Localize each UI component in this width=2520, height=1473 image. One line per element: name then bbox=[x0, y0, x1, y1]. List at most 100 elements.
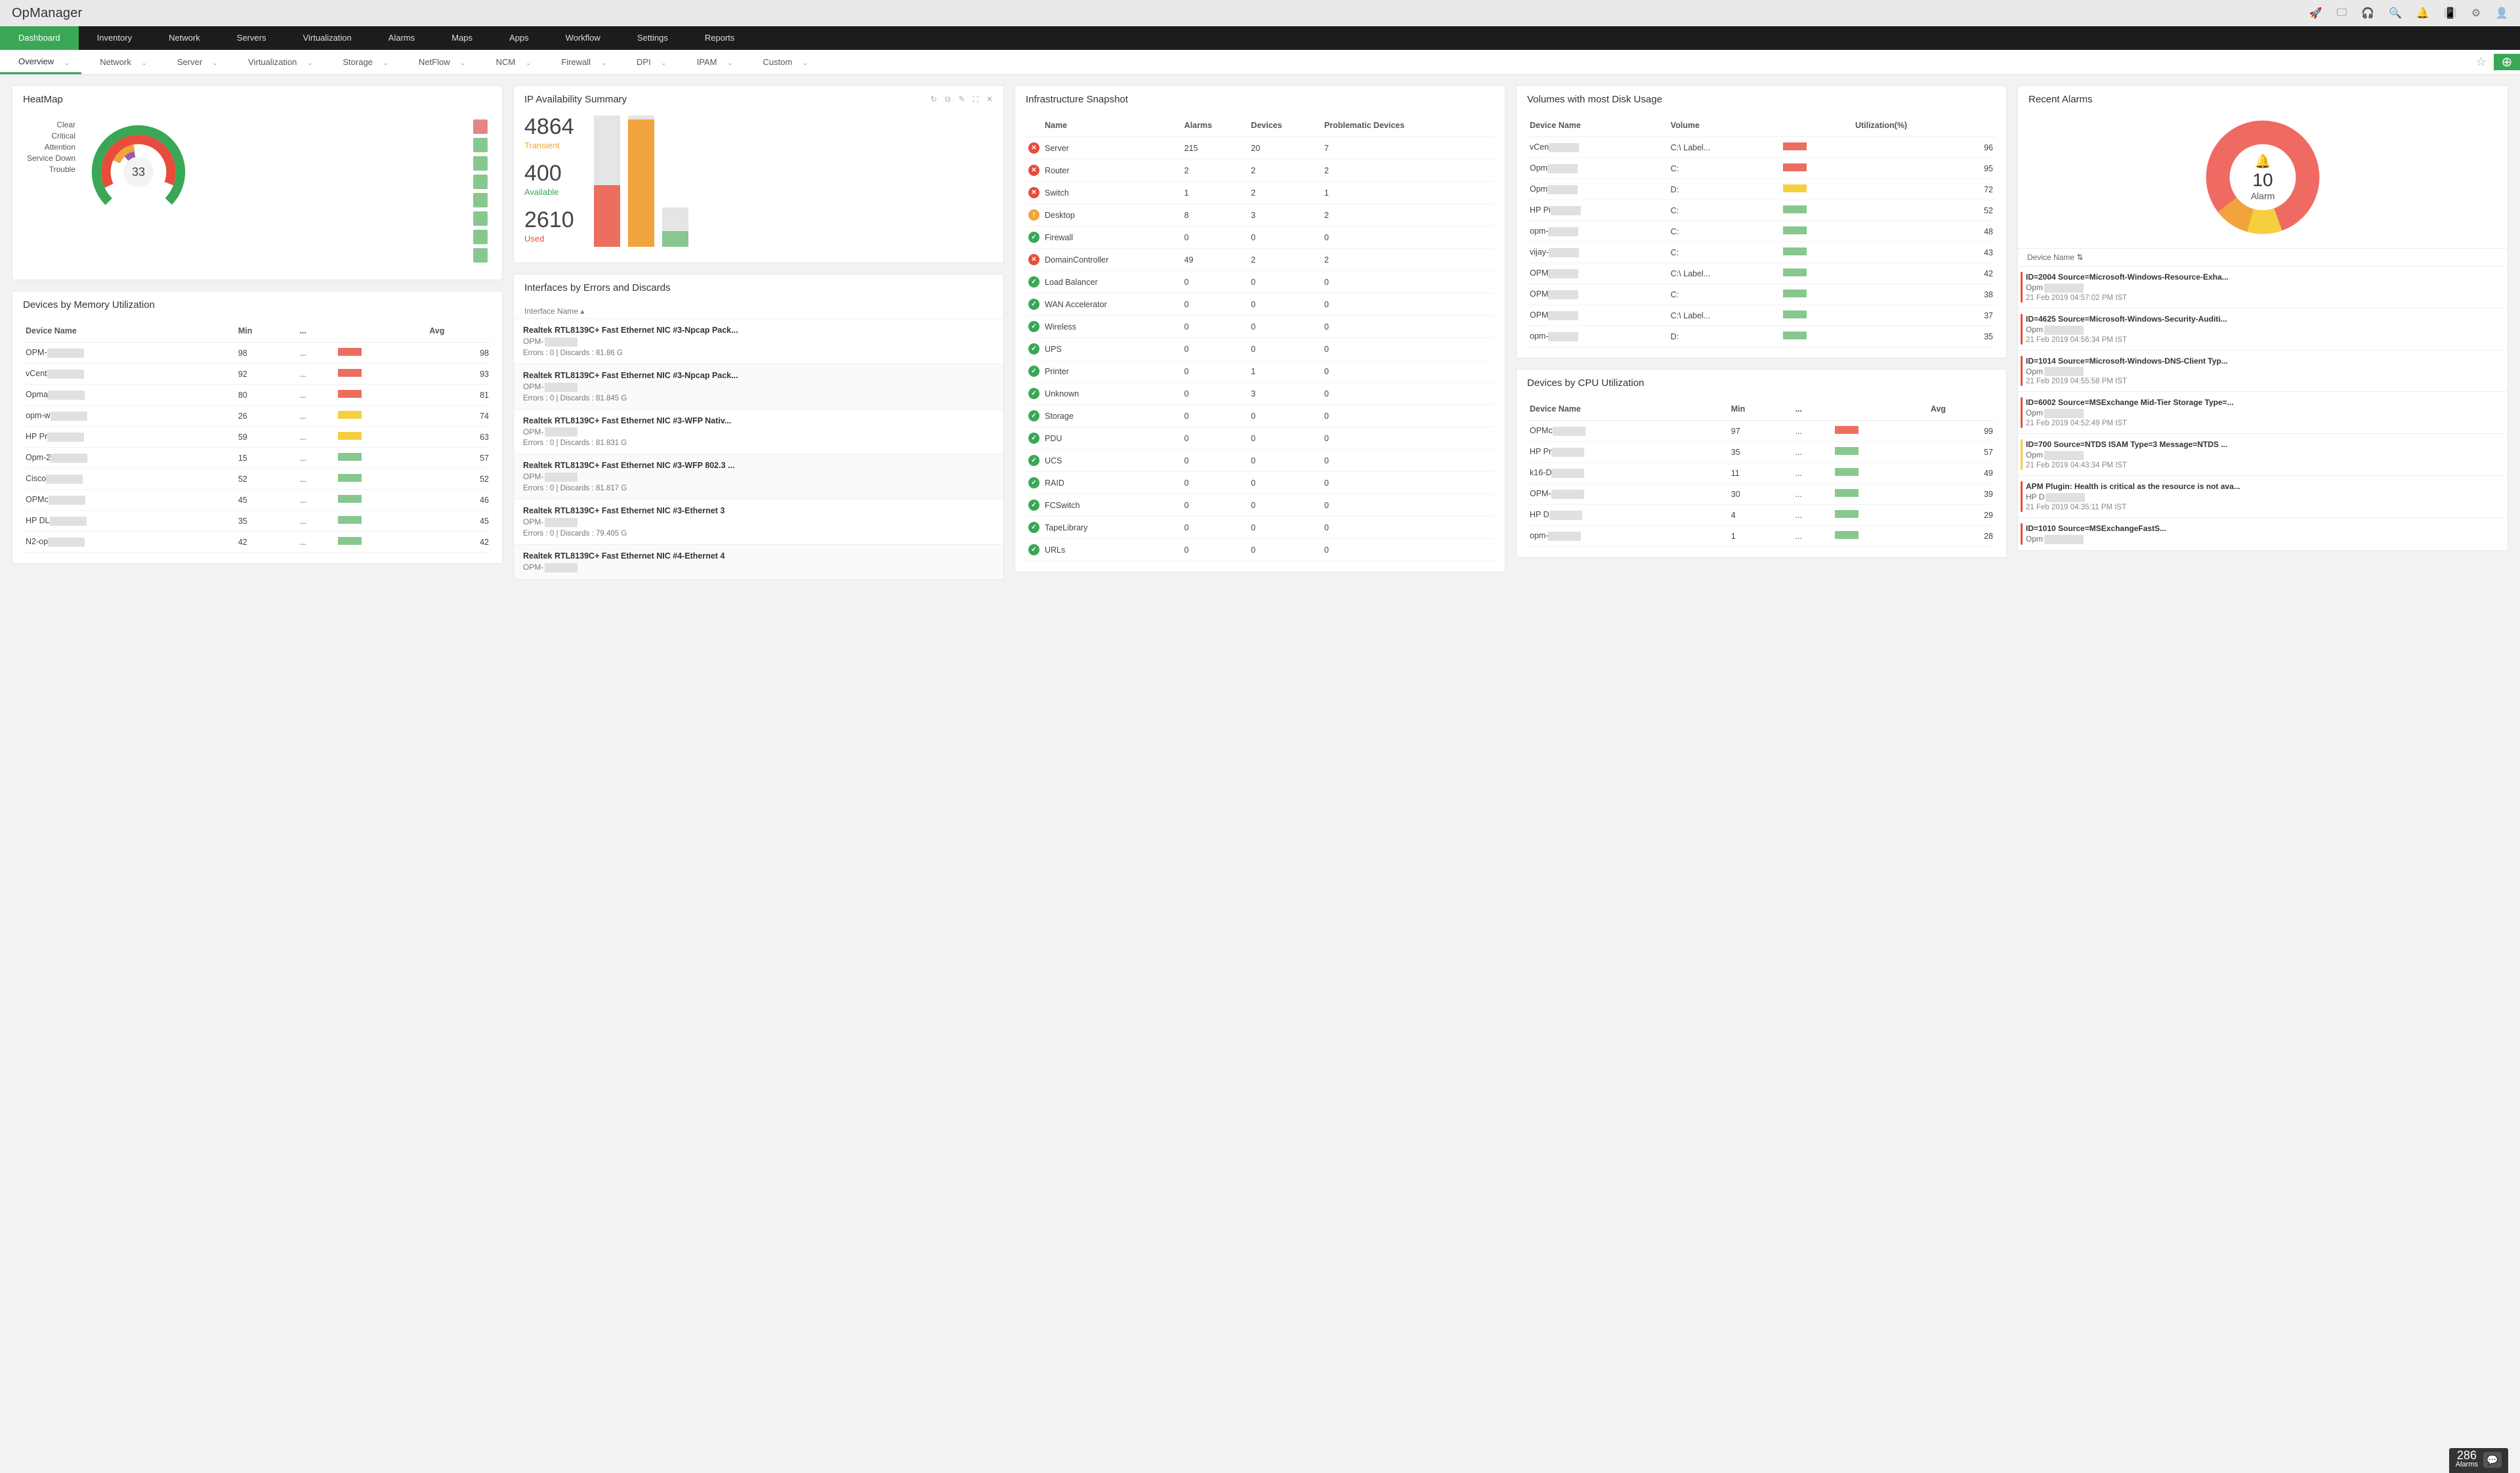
table-row[interactable]: Opma80...81 bbox=[23, 385, 492, 406]
interface-row[interactable]: Realtek RTL8139C+ Fast Ethernet NIC #4-E… bbox=[514, 544, 1003, 579]
sub-tab-firewall[interactable]: Firewall⌄ bbox=[543, 50, 618, 74]
sort-label[interactable]: Interface Name ▴ bbox=[514, 301, 1003, 318]
table-row[interactable]: opm-w26...74 bbox=[23, 406, 492, 427]
table-row[interactable]: ✓WAN Accelerator000 bbox=[1026, 293, 1494, 316]
col-header[interactable] bbox=[1026, 116, 1042, 137]
table-row[interactable]: ✕Router222 bbox=[1026, 160, 1494, 182]
table-row[interactable]: HP D4...29 bbox=[1527, 505, 1996, 526]
table-row[interactable]: k16-D11...49 bbox=[1527, 463, 1996, 484]
table-row[interactable]: vijay-C:43 bbox=[1527, 242, 1996, 263]
col-header[interactable]: Devices bbox=[1248, 116, 1322, 137]
gear-icon[interactable]: ⚙ bbox=[2471, 7, 2481, 20]
table-row[interactable]: opm-1...28 bbox=[1527, 526, 1996, 547]
table-row[interactable]: ✕Server215207 bbox=[1026, 137, 1494, 160]
main-tab-maps[interactable]: Maps bbox=[433, 26, 491, 50]
table-row[interactable]: ✓RAID000 bbox=[1026, 472, 1494, 494]
alarm-badge[interactable]: 286Alarms 💬 bbox=[2449, 1448, 2508, 1473]
main-tab-network[interactable]: Network bbox=[150, 26, 219, 50]
col-header[interactable]: Avg bbox=[427, 321, 492, 343]
interface-row[interactable]: Realtek RTL8139C+ Fast Ethernet NIC #3-N… bbox=[514, 318, 1003, 364]
sub-tab-ipam[interactable]: IPAM⌄ bbox=[679, 50, 745, 74]
main-tab-reports[interactable]: Reports bbox=[686, 26, 753, 50]
copy-icon[interactable]: ⧉ bbox=[945, 95, 951, 104]
chat-icon[interactable]: 💬 bbox=[2483, 1452, 2502, 1468]
col-header[interactable]: Volume bbox=[1668, 116, 1780, 137]
table-row[interactable]: vCenC:\ Label...96 bbox=[1527, 137, 1996, 158]
col-header[interactable]: Min bbox=[1729, 399, 1793, 421]
alarm-row[interactable]: ID=700 Source=NTDS ISAM Type=3 Message=N… bbox=[2018, 433, 2508, 475]
col-header[interactable]: ... bbox=[297, 321, 335, 343]
bell-icon[interactable]: 🔔 bbox=[2416, 7, 2429, 20]
table-row[interactable]: OPMc45...46 bbox=[23, 490, 492, 511]
user-icon[interactable]: 👤 bbox=[2495, 7, 2508, 20]
table-row[interactable]: opm-C:48 bbox=[1527, 221, 1996, 242]
alarm-row[interactable]: ID=2004 Source=Microsoft-Windows-Resourc… bbox=[2018, 266, 2508, 308]
col-header[interactable]: Utilization(%) bbox=[1853, 116, 1996, 137]
table-row[interactable]: ✓Storage000 bbox=[1026, 405, 1494, 427]
alarm-row[interactable]: ID=4625 Source=Microsoft-Windows-Securit… bbox=[2018, 308, 2508, 350]
table-row[interactable]: ✓TapeLibrary000 bbox=[1026, 517, 1494, 539]
heatmap-cell[interactable] bbox=[473, 119, 488, 134]
table-row[interactable]: OPMC:38 bbox=[1527, 284, 1996, 305]
rocket-icon[interactable]: 🚀 bbox=[2309, 7, 2322, 20]
table-row[interactable]: HP PiC:52 bbox=[1527, 200, 1996, 221]
table-row[interactable]: ✓Firewall000 bbox=[1026, 226, 1494, 249]
table-row[interactable]: Cisco52...52 bbox=[23, 469, 492, 490]
table-row[interactable]: ✓UPS000 bbox=[1026, 338, 1494, 360]
table-row[interactable]: ✓UCS000 bbox=[1026, 450, 1494, 472]
interface-row[interactable]: Realtek RTL8139C+ Fast Ethernet NIC #3-W… bbox=[514, 409, 1003, 454]
table-row[interactable]: OPMC:\ Label...42 bbox=[1527, 263, 1996, 284]
table-row[interactable]: OPM-98...98 bbox=[23, 343, 492, 364]
table-row[interactable]: ✓Unknown030 bbox=[1026, 383, 1494, 405]
main-tab-workflow[interactable]: Workflow bbox=[547, 26, 619, 50]
add-widget-button[interactable]: ⊕ bbox=[2494, 54, 2520, 70]
vibration-icon[interactable]: 📳 bbox=[2444, 7, 2457, 20]
close-icon[interactable]: ✕ bbox=[986, 95, 993, 104]
heatmap-cell[interactable] bbox=[473, 248, 488, 263]
interface-row[interactable]: Realtek RTL8139C+ Fast Ethernet NIC #3-E… bbox=[514, 499, 1003, 544]
table-row[interactable]: OPMC:\ Label...37 bbox=[1527, 305, 1996, 326]
sub-tab-custom[interactable]: Custom⌄ bbox=[745, 50, 820, 74]
alarm-row[interactable]: ID=1014 Source=Microsoft-Windows-DNS-Cli… bbox=[2018, 350, 2508, 392]
heatmap-cell[interactable] bbox=[473, 156, 488, 171]
table-row[interactable]: ✓Wireless000 bbox=[1026, 316, 1494, 338]
heatmap-cell[interactable] bbox=[473, 193, 488, 207]
main-tab-servers[interactable]: Servers bbox=[219, 26, 285, 50]
sub-tab-virtualization[interactable]: Virtualization⌄ bbox=[230, 50, 324, 74]
col-header[interactable] bbox=[335, 321, 427, 343]
col-header[interactable]: Device Name bbox=[23, 321, 236, 343]
heatmap-cell[interactable] bbox=[473, 175, 488, 189]
table-row[interactable]: HP DL35...45 bbox=[23, 511, 492, 532]
table-row[interactable]: HP Pr59...63 bbox=[23, 427, 492, 448]
heatmap-cell[interactable] bbox=[473, 230, 488, 244]
alarm-row[interactable]: ID=1010 Source=MSExchangeFastS...Opm bbox=[2018, 517, 2508, 550]
table-row[interactable]: HP Pr35...57 bbox=[1527, 442, 1996, 463]
search-icon[interactable]: 🔍 bbox=[2389, 7, 2402, 20]
table-row[interactable]: ✓Load Balancer000 bbox=[1026, 271, 1494, 293]
expand-icon[interactable]: ⛶ bbox=[973, 95, 978, 104]
col-header[interactable] bbox=[1832, 399, 1928, 421]
monitor-icon[interactable]: 🖵 bbox=[2337, 7, 2347, 19]
table-row[interactable]: ✕DomainController4922 bbox=[1026, 249, 1494, 271]
col-header[interactable]: ... bbox=[1792, 399, 1832, 421]
interface-row[interactable]: Realtek RTL8139C+ Fast Ethernet NIC #3-W… bbox=[514, 454, 1003, 499]
table-row[interactable]: ✓FCSwitch000 bbox=[1026, 494, 1494, 517]
table-row[interactable]: ✓Printer010 bbox=[1026, 360, 1494, 383]
col-header[interactable] bbox=[1780, 116, 1853, 137]
main-tab-inventory[interactable]: Inventory bbox=[79, 26, 150, 50]
table-row[interactable]: opm-D:35 bbox=[1527, 326, 1996, 347]
heatmap-cell[interactable] bbox=[473, 211, 488, 226]
col-header[interactable]: Device Name bbox=[1527, 399, 1729, 421]
alarm-list-header[interactable]: Device Name ⇅ bbox=[2018, 248, 2508, 266]
table-row[interactable]: vCent92...93 bbox=[23, 364, 492, 385]
table-row[interactable]: N2-op42...42 bbox=[23, 532, 492, 553]
main-tab-settings[interactable]: Settings bbox=[619, 26, 686, 50]
table-row[interactable]: OPM-30...39 bbox=[1527, 484, 1996, 505]
heatmap-cell[interactable] bbox=[473, 138, 488, 152]
main-tab-virtualization[interactable]: Virtualization bbox=[285, 26, 370, 50]
table-row[interactable]: OPMc97...99 bbox=[1527, 421, 1996, 442]
table-row[interactable]: Opm-215...57 bbox=[23, 448, 492, 469]
col-header[interactable]: Min bbox=[236, 321, 297, 343]
col-header[interactable]: Device Name bbox=[1527, 116, 1668, 137]
sub-tab-network[interactable]: Network⌄ bbox=[81, 50, 159, 74]
